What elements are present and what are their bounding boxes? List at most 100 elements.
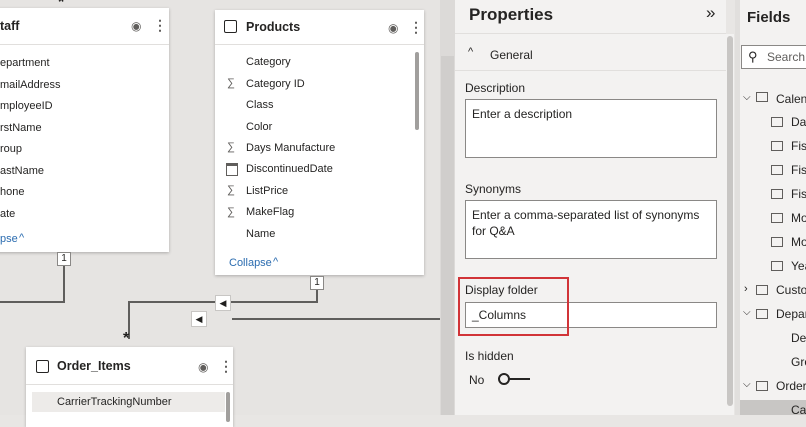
is-hidden-toggle[interactable] (496, 372, 532, 386)
field-list-item[interactable]: Ca (791, 403, 806, 415)
properties-title: Properties (469, 5, 554, 24)
canvas-scrollbar[interactable] (441, 56, 454, 415)
field-item[interactable]: mailAddress (0, 79, 61, 91)
field-item[interactable]: Class (246, 99, 274, 111)
visibility-icon[interactable]: ◉ (388, 21, 398, 35)
search-input[interactable]: ⚲ Search (741, 45, 806, 69)
more-options-icon[interactable]: ⋮ (153, 17, 167, 34)
collapse-link[interactable]: Collapse (229, 257, 272, 269)
model-canvas[interactable]: taff ◉ ⋮ epartment mailAddress mployeeID… (0, 0, 440, 427)
field-item[interactable]: Color (246, 121, 272, 133)
pane-scrollbar-thumb[interactable] (727, 36, 733, 406)
field-list-item[interactable]: Gro (791, 355, 806, 369)
field-list-item[interactable]: Yea (791, 259, 806, 273)
description-input[interactable]: Enter a description (465, 99, 717, 158)
card-title: Products (246, 20, 301, 34)
relationship-line[interactable] (232, 318, 440, 320)
table-icon (756, 381, 768, 391)
chevron-down-icon[interactable]: ⌵ (743, 307, 751, 318)
section-general[interactable]: General (490, 48, 533, 62)
field-list-item[interactable]: Order (776, 379, 806, 393)
field-item[interactable]: CarrierTrackingNumber (57, 396, 172, 408)
relationship-one-badge: 1 (310, 276, 324, 290)
table-icon (771, 261, 783, 271)
field-item[interactable]: ListPrice (246, 185, 288, 197)
field-item[interactable]: hone (0, 186, 24, 198)
card-title: Order_Items (57, 359, 131, 373)
field-item[interactable]: roup (0, 143, 22, 155)
field-list-item[interactable]: Depar (776, 307, 806, 321)
products-table-card[interactable]: Products ◉ ⋮ ∑ ∑ ∑ ∑ Category Category I… (215, 10, 424, 275)
visibility-icon[interactable]: ◉ (131, 19, 141, 33)
order-items-table-card[interactable]: Order_Items ◉ ⋮ CarrierTrackingNumber (26, 347, 233, 427)
field-item[interactable]: Category (246, 56, 291, 68)
synonyms-input[interactable]: Enter a comma-separated list of synonyms… (465, 200, 717, 259)
chevron-up-icon[interactable]: ^ (273, 256, 278, 268)
sigma-icon: ∑ (227, 77, 235, 89)
field-item[interactable]: Days Manufacture (246, 142, 335, 154)
table-icon (771, 213, 783, 223)
field-item[interactable]: Category ID (246, 78, 305, 90)
field-list-item[interactable]: Fis (791, 163, 806, 177)
visibility-icon[interactable]: ◉ (198, 360, 208, 374)
table-icon (756, 285, 768, 295)
more-options-icon[interactable]: ⋮ (219, 358, 233, 375)
chevron-down-icon[interactable]: ⌵ (743, 92, 751, 103)
sigma-icon: ∑ (227, 206, 235, 218)
more-options-icon[interactable]: ⋮ (409, 19, 423, 36)
is-hidden-label: Is hidden (465, 349, 514, 363)
table-icon (224, 20, 237, 33)
field-item[interactable]: mployeeID (0, 100, 53, 112)
field-list-item[interactable]: Calen (776, 92, 806, 106)
field-list-item[interactable]: Fis (791, 187, 806, 201)
collapse-pane-icon[interactable]: » (706, 3, 715, 23)
description-label: Description (465, 81, 526, 95)
field-item[interactable]: MakeFlag (246, 206, 294, 218)
field-item[interactable]: epartment (0, 57, 50, 69)
table-icon (771, 189, 783, 199)
table-icon (771, 141, 783, 151)
relationship-line[interactable] (63, 262, 65, 302)
relationship-one-badge: 1 (57, 252, 71, 266)
field-item[interactable]: astName (0, 165, 44, 177)
is-hidden-value: No (469, 373, 485, 387)
field-item[interactable]: Name (246, 228, 275, 240)
field-list-item[interactable]: De (791, 331, 806, 345)
card-divider (215, 44, 424, 45)
properties-pane: Properties » ^ General Description Enter… (455, 0, 734, 415)
field-list-item[interactable]: Da (791, 115, 806, 129)
section-divider (455, 70, 726, 71)
field-list-item[interactable]: Mo (791, 235, 806, 249)
field-list-item[interactable]: Mo (791, 211, 806, 225)
field-item[interactable]: ate (0, 208, 15, 220)
header-divider (455, 33, 726, 34)
table-icon (36, 360, 49, 373)
field-list-item[interactable]: Fis (791, 139, 806, 153)
search-icon: ⚲ (748, 49, 758, 64)
staff-table-card[interactable]: taff ◉ ⋮ epartment mailAddress mployeeID… (0, 8, 169, 252)
filter-direction-arrow-icon[interactable]: ◀ (215, 295, 231, 311)
search-placeholder: Search (767, 50, 806, 64)
card-scrollbar[interactable] (226, 392, 230, 422)
table-icon (756, 309, 768, 319)
chevron-up-icon[interactable]: ^ (19, 232, 24, 244)
card-title: taff (0, 19, 20, 33)
chevron-down-icon[interactable]: ⌵ (743, 379, 751, 390)
relationship-line[interactable] (0, 301, 65, 303)
chevron-right-icon[interactable]: › (744, 283, 748, 295)
field-item[interactable]: rstName (0, 122, 42, 134)
chevron-up-icon[interactable]: ^ (468, 46, 473, 58)
collapse-link[interactable]: pse (0, 233, 18, 245)
calendar-icon (226, 163, 238, 176)
sigma-icon: ∑ (227, 141, 235, 153)
filter-direction-arrow-icon[interactable]: ◀ (191, 311, 207, 327)
field-item[interactable]: DiscontinuedDate (246, 163, 333, 175)
sigma-icon: ∑ (227, 184, 235, 196)
relationship-many-marker: * (123, 330, 130, 347)
fields-title: Fields (747, 9, 791, 26)
highlight-box (458, 277, 569, 336)
card-scrollbar[interactable] (415, 52, 419, 130)
text-icon (771, 117, 783, 127)
field-list-item[interactable]: Custo (776, 283, 806, 297)
table-icon (771, 237, 783, 247)
